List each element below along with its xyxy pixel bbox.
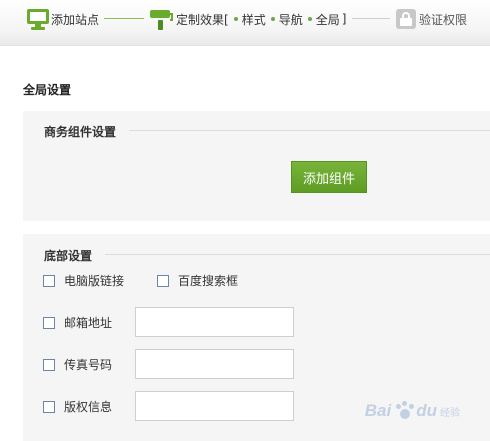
checkbox-box[interactable] [43, 274, 55, 287]
step-customize[interactable]: 定制效果[ 样式 导航 全局 ] [150, 8, 346, 30]
footer-settings-panel: 底部设置 电脑版链接 百度搜索框 邮箱地址 传真号码 版权信息 Bai du 经… [23, 234, 490, 441]
checkbox-box[interactable] [43, 358, 55, 371]
monitor-icon [27, 8, 49, 30]
checkbox-label: 传真号码 [64, 358, 113, 372]
checkbox-label: 百度搜索框 [178, 274, 239, 288]
paint-roller-icon [150, 8, 174, 30]
checkbox-email[interactable]: 邮箱地址 [43, 314, 112, 331]
checkbox-box[interactable] [43, 400, 55, 413]
email-field[interactable] [135, 307, 294, 337]
bullet-dot [233, 17, 238, 21]
bullet-dot [307, 17, 312, 21]
panel-heading: 底部设置 [44, 249, 93, 263]
page-title: 全局设置 [23, 83, 72, 97]
add-component-button[interactable]: 添加组件 [291, 161, 367, 193]
panel-heading: 商务组件设置 [44, 125, 117, 139]
step-add-site[interactable]: 添加站点 [27, 8, 99, 30]
step-connector [104, 18, 144, 19]
baidu-watermark: Bai du 经验 [365, 401, 460, 421]
checkbox-baidu-search[interactable]: 百度搜索框 [157, 272, 238, 289]
lock-icon [396, 9, 416, 29]
checkbox-fax[interactable]: 传真号码 [43, 356, 112, 373]
watermark-text: du [416, 401, 437, 420]
step-verify[interactable]: 验证权限 [396, 8, 467, 30]
component-settings-panel: 商务组件设置 添加组件 [23, 111, 490, 221]
checkbox-box[interactable] [157, 274, 169, 287]
checkbox-label: 邮箱地址 [64, 316, 113, 330]
wizard-steps-bar: 添加站点 定制效果[ 样式 导航 全局 ] 验证权限 [0, 0, 490, 46]
substep-global[interactable]: 全局 [316, 11, 340, 28]
watermark-text: Bai [364, 401, 392, 420]
checkbox-copyright[interactable]: 版权信息 [43, 398, 112, 415]
checkbox-label: 版权信息 [64, 400, 113, 414]
substep-navigation[interactable]: 导航 [279, 11, 303, 28]
fax-field[interactable] [135, 349, 294, 379]
copyright-field[interactable] [135, 391, 294, 421]
divider [129, 130, 490, 131]
watermark-subtext: 经验 [440, 407, 460, 419]
substep-style[interactable]: 样式 [242, 11, 266, 28]
paw-icon [394, 401, 416, 421]
bracket-close: ] [341, 12, 347, 26]
checkbox-box[interactable] [43, 316, 55, 329]
divider [105, 254, 490, 255]
checkbox-pc-link[interactable]: 电脑版链接 [43, 272, 124, 289]
checkbox-label: 电脑版链接 [64, 274, 125, 288]
step-connector [352, 18, 390, 19]
bullet-dot [270, 17, 275, 21]
step-customize-label: 定制效果[ [176, 12, 229, 27]
step-verify-label: 验证权限 [419, 12, 468, 27]
step-add-site-label: 添加站点 [51, 12, 100, 27]
